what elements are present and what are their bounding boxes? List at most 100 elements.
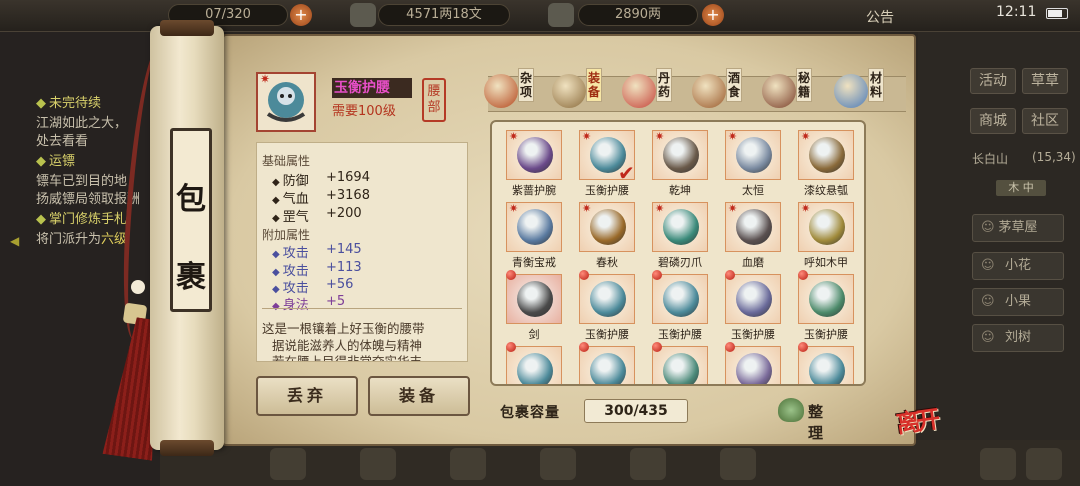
slot-frame	[506, 346, 562, 384]
quest-line: 将门派升为六级	[36, 228, 127, 247]
quest-line: 镖车已到目的地，	[36, 174, 141, 189]
equip-button[interactable]: 装备	[368, 376, 470, 416]
new-badge-icon	[579, 342, 589, 352]
inventory-slot[interactable]: ✷ 漆纹悬瓠	[798, 130, 860, 197]
category-tab[interactable]: 材料	[834, 68, 888, 114]
base-stats-header: 基础属性	[262, 154, 311, 168]
new-badge-icon	[798, 342, 808, 352]
inventory-slot[interactable]: ✷ 血磨	[725, 202, 787, 269]
star-icon: ✷	[509, 130, 519, 143]
inventory-slot[interactable]: ✷ 紫蔷护腕	[506, 130, 568, 197]
category-tab[interactable]: 秘籍	[762, 68, 816, 114]
inventory-slot[interactable]: ✷ 春秋	[579, 202, 641, 269]
inventory-slot[interactable]: ✷ 呼如木甲	[798, 202, 860, 269]
menu-icon[interactable]	[1026, 448, 1062, 480]
slot-frame: ✷	[579, 202, 635, 252]
star-icon: ✷	[655, 202, 665, 215]
item-icon	[517, 209, 553, 245]
slot-frame: ✷	[652, 202, 708, 252]
divider	[262, 308, 462, 309]
stat-value: +1694	[326, 170, 370, 185]
menu-icon[interactable]	[720, 448, 756, 480]
battery-icon	[1046, 8, 1068, 19]
inventory-slot[interactable]: 剑	[506, 270, 568, 341]
slot-frame: ✷	[725, 202, 781, 252]
category-tab[interactable]: 杂项	[484, 68, 538, 114]
npc-item[interactable]: 小花	[972, 252, 1064, 280]
inventory-slot[interactable]: ✷ 青衡宝戒	[506, 202, 568, 269]
item-icon	[736, 137, 772, 173]
quest-text: 将门派升为	[36, 232, 102, 247]
category-label: 装备	[586, 68, 602, 102]
category-tab[interactable]: 装备	[552, 68, 606, 114]
new-badge-icon	[579, 270, 589, 280]
npc-item[interactable]: 刘树	[972, 324, 1064, 352]
inventory-slot[interactable]	[798, 342, 860, 384]
diamond-icon: ◆	[272, 177, 280, 188]
item-name-label: 紫蔷护腕	[512, 184, 556, 197]
slot-frame	[579, 346, 635, 384]
star-icon: ✷	[260, 72, 271, 86]
inventory-slot[interactable]: 玉衡护腰	[579, 270, 641, 341]
shop-button[interactable]: 商城	[970, 108, 1016, 134]
leave-button[interactable]: 离开	[894, 399, 939, 439]
category-tab[interactable]: 丹药	[622, 68, 676, 114]
announcement-button[interactable]: 公告	[866, 7, 894, 27]
stat-label: 气血	[282, 192, 309, 207]
stat-row: ◆ 罡气 +200	[272, 206, 362, 225]
category-icon	[762, 74, 796, 108]
star-icon: ✷	[582, 202, 592, 215]
slot-seal-char: 腰	[427, 84, 441, 99]
quest-title[interactable]: ◆ 未完待续	[36, 92, 101, 111]
inventory-slot[interactable]: 玉衡护腰	[725, 270, 787, 341]
inventory-slot[interactable]	[725, 342, 787, 384]
menu-icon[interactable]	[360, 448, 396, 480]
collapse-arrow-icon[interactable]: ◀	[10, 234, 19, 248]
inventory-grid: ✷ 紫蔷护腕 ✷ ✔ 玉衡护腰 ✷ 乾坤 ✷ 太恒 ✷ 漆纹悬瓠 ✷ 青衡宝戒 ✷ 春秋 ✷ 碧磷刃爪 ✷ 血磨 ✷ 呼…	[490, 120, 866, 386]
activity-button[interactable]: 活动	[970, 68, 1016, 94]
npc-item[interactable]: 小果	[972, 288, 1064, 316]
quest-title-text: 掌门修炼手札	[49, 212, 128, 227]
quest-highlight: 六级	[101, 232, 128, 247]
herb-button[interactable]: 草草	[1022, 68, 1068, 94]
discard-button[interactable]: 丢弃	[256, 376, 358, 416]
menu-icon[interactable]	[540, 448, 576, 480]
star-icon: ✷	[509, 202, 519, 215]
category-tab[interactable]: 酒食	[692, 68, 746, 114]
inventory-slot[interactable]	[506, 342, 568, 384]
inventory-slot[interactable]: ✷ 太恒	[725, 130, 787, 197]
stat-value: +3168	[326, 188, 370, 203]
category-label: 丹药	[656, 68, 672, 102]
add-gold-button[interactable]: +	[702, 4, 724, 26]
menu-icon[interactable]	[630, 448, 666, 480]
new-badge-icon	[506, 342, 516, 352]
inventory-slot[interactable]	[652, 342, 714, 384]
inventory-slot[interactable]	[579, 342, 641, 384]
location-coords: (15,34)	[1032, 150, 1076, 164]
diamond-icon: ◆	[272, 213, 280, 224]
inventory-slot[interactable]: ✷ 乾坤	[652, 130, 714, 197]
npc-item[interactable]: 茅草屋	[972, 214, 1064, 242]
sort-label: 整理	[808, 403, 826, 442]
item-name-label: 剑	[528, 328, 540, 341]
inventory-slot[interactable]: 玉衡护腰	[798, 270, 860, 341]
item-icon	[663, 209, 699, 245]
item-icon	[736, 281, 772, 317]
diamond-icon: ◆	[36, 212, 46, 227]
item-name-label: 春秋	[596, 256, 618, 269]
item-icon	[517, 281, 553, 317]
inventory-slot[interactable]: ✷ ✔ 玉衡护腰	[579, 130, 641, 197]
star-icon: ✷	[801, 202, 811, 215]
item-name-label: 血磨	[742, 256, 764, 269]
quest-title[interactable]: ◆ 运镖	[36, 150, 75, 169]
community-button[interactable]: 社区	[1022, 108, 1068, 134]
menu-icon[interactable]	[980, 448, 1016, 480]
inventory-slot[interactable]: 玉衡护腰	[652, 270, 714, 341]
scroll-rod-cap	[160, 440, 214, 456]
menu-icon[interactable]	[450, 448, 486, 480]
add-resource-button[interactable]: +	[290, 4, 312, 26]
inventory-slot[interactable]: ✷ 碧磷刃爪	[652, 202, 714, 269]
item-name-label: 玉衡护腰	[585, 184, 629, 197]
menu-icon[interactable]	[270, 448, 306, 480]
quest-title[interactable]: ◆ 掌门修炼手札	[36, 208, 127, 227]
